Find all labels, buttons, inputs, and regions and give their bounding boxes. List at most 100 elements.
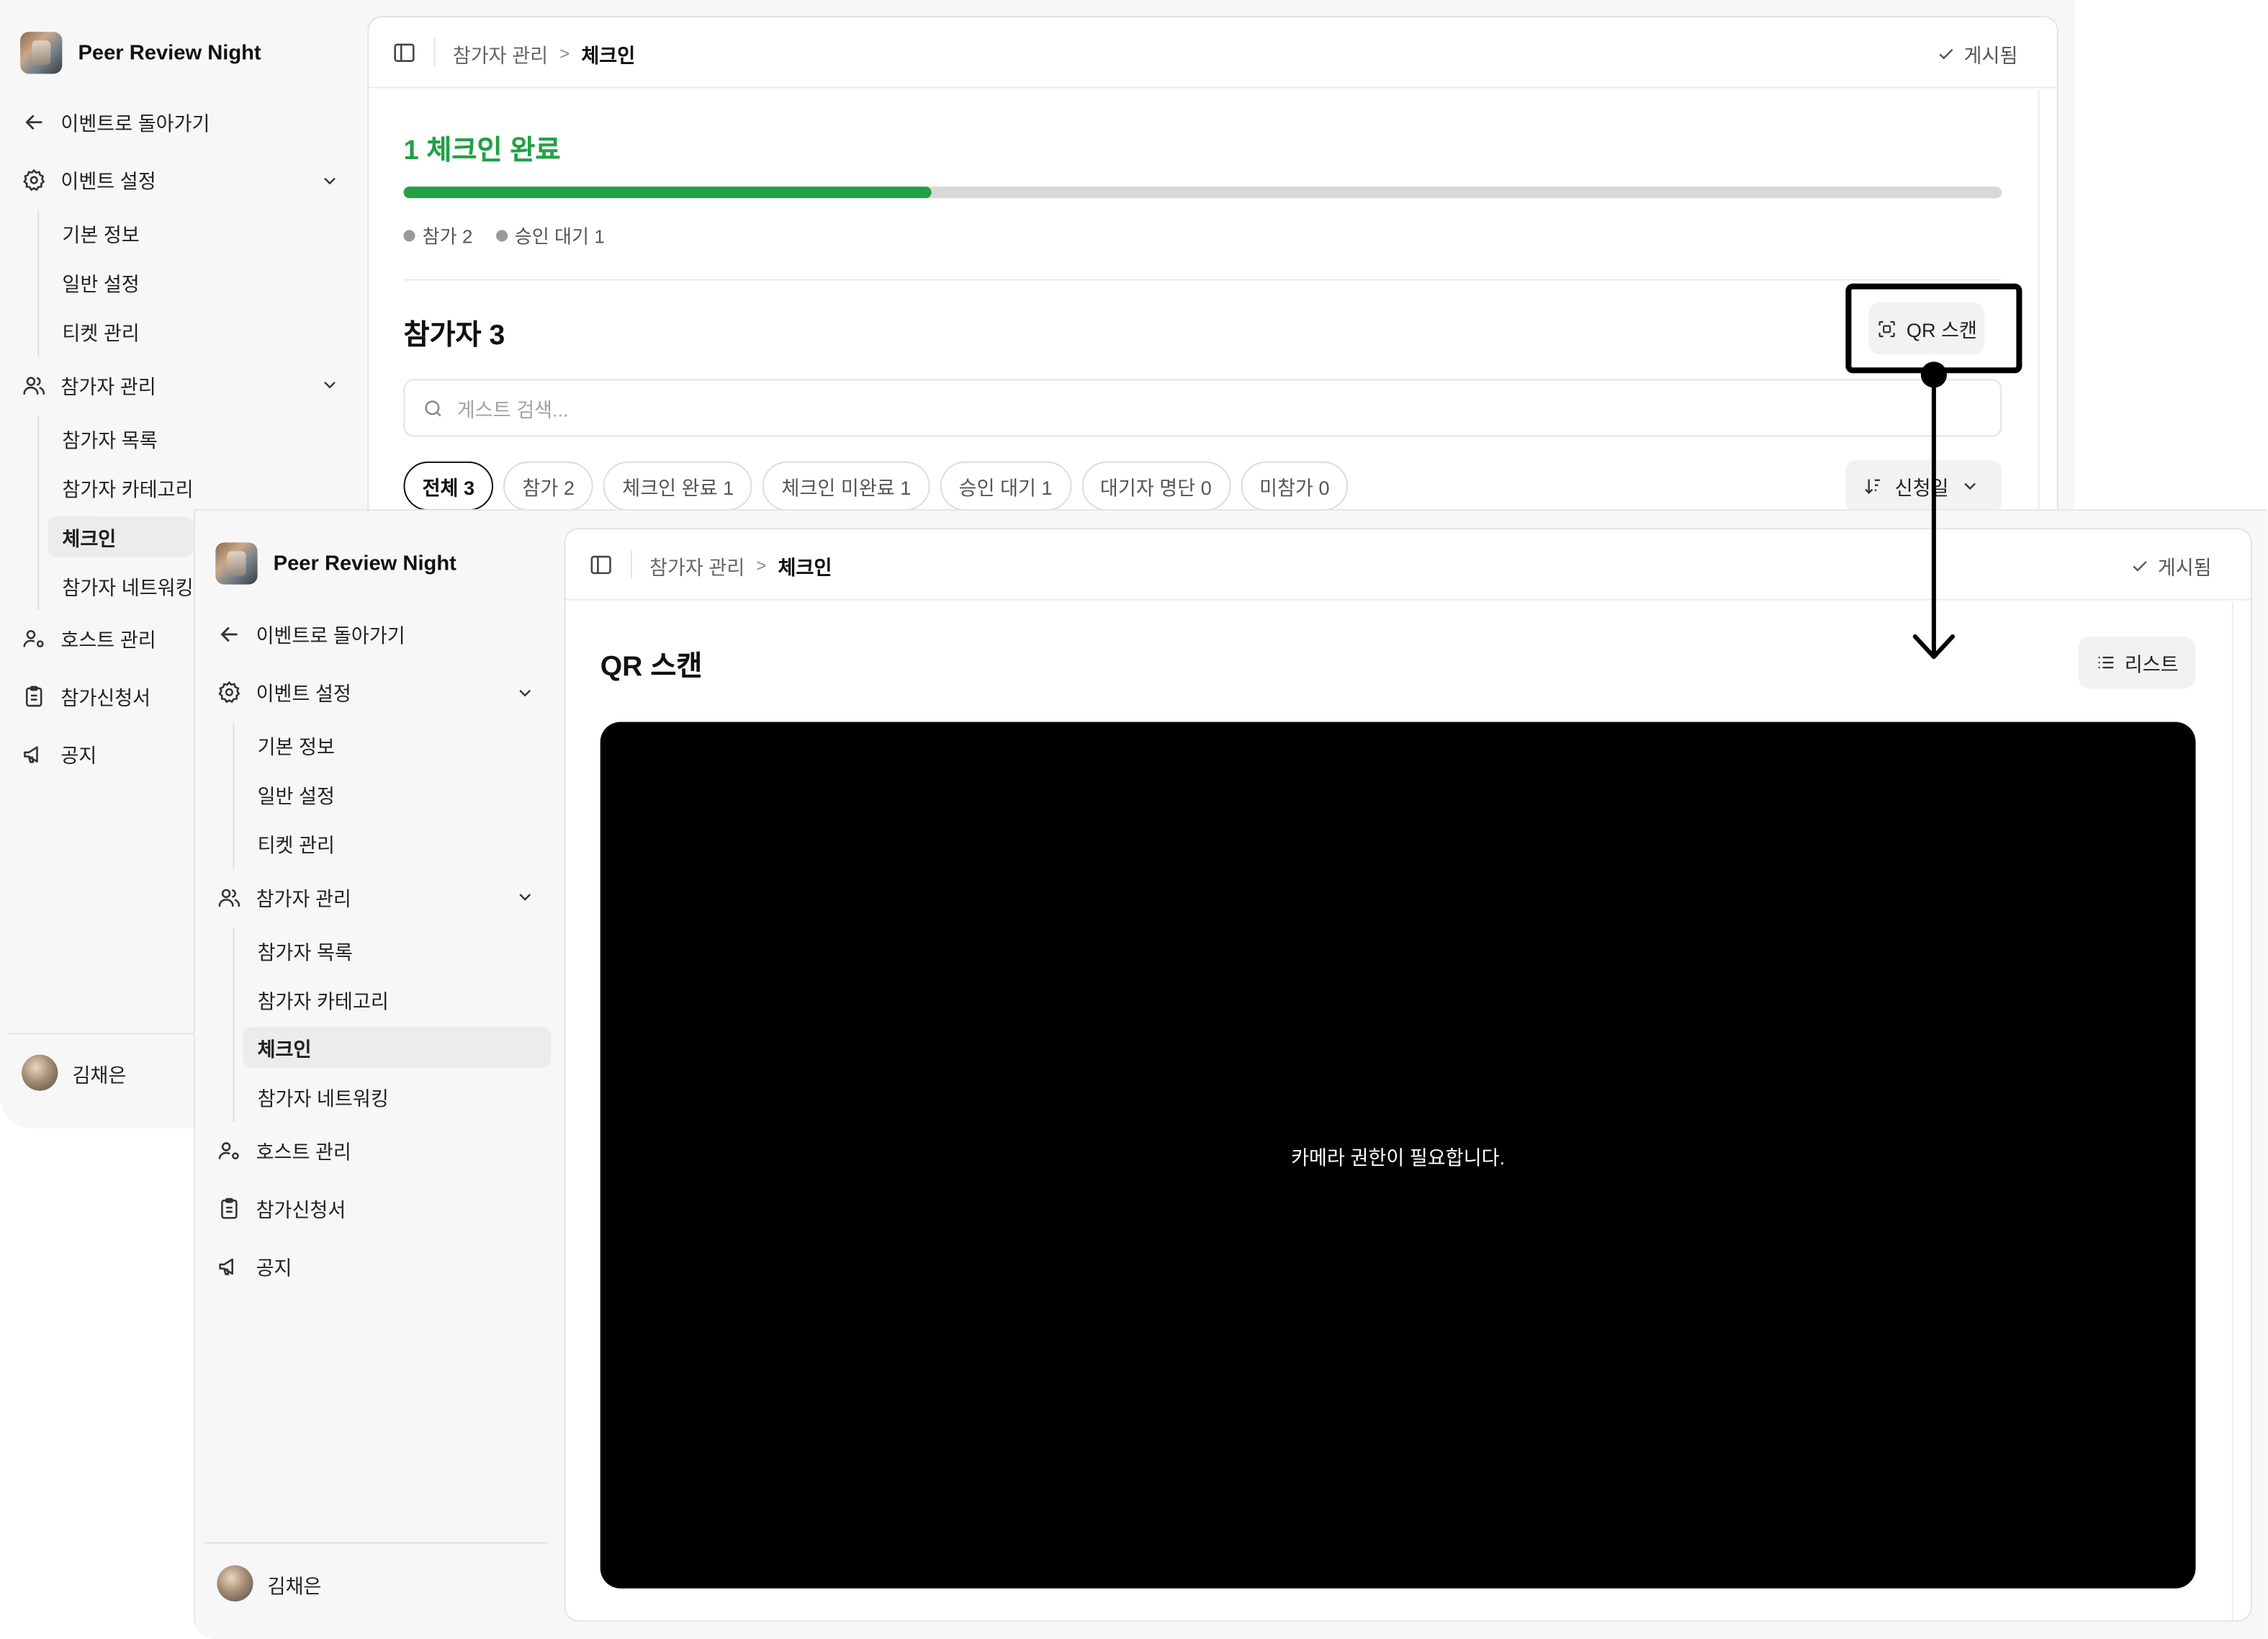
filter-chip-attending[interactable]: 참가 2 <box>503 461 594 511</box>
nav-participant-list[interactable]: 참가자 목록 <box>48 418 194 459</box>
arrow-left-icon <box>22 109 46 134</box>
nav-basic-info[interactable]: 기본 정보 <box>48 212 194 253</box>
nav-notice[interactable]: 공지 <box>22 737 96 771</box>
chevron-right-icon: > <box>756 555 767 576</box>
top-bar: 참가자 관리 > 체크인 게시됨 <box>565 529 2251 601</box>
user-name: 김채은 <box>72 1064 127 1086</box>
event-brand[interactable]: Peer Review Night <box>20 32 261 74</box>
progress-legend: 참가 2 승인 대기 1 <box>403 221 605 248</box>
nav-participant-category[interactable]: 참가자 카테고리 <box>48 467 194 508</box>
nav-participant-list[interactable]: 참가자 목록 <box>243 930 389 971</box>
back-label: 이벤트로 돌아가기 <box>256 624 405 647</box>
filter-chips: 전체 3 참가 2 체크인 완료 1 체크인 미완료 1 승인 대기 1 대기자… <box>403 461 1349 511</box>
nav-host-management[interactable]: 호스트 관리 <box>22 621 156 655</box>
nav-participant-management[interactable]: 참가자 관리 <box>22 367 156 402</box>
breadcrumb-parent[interactable]: 참가자 관리 <box>649 551 744 580</box>
chevron-down-icon[interactable] <box>515 886 535 907</box>
nav-application-form-label: 참가신청서 <box>256 1199 346 1221</box>
legend-pending: 승인 대기 1 <box>514 225 605 248</box>
sort-icon <box>1865 479 1880 495</box>
top-bar: 참가자 관리 > 체크인 게시됨 <box>369 17 2057 89</box>
divider <box>433 37 436 67</box>
nav-checkin[interactable]: 체크인 <box>48 516 194 557</box>
nav-notice-label: 공지 <box>256 1257 292 1279</box>
user-gear-icon <box>217 1138 241 1162</box>
users-icon <box>217 884 241 909</box>
chevron-down-icon[interactable] <box>320 171 340 191</box>
nav-participant-networking[interactable]: 참가자 네트워킹 <box>48 565 194 606</box>
nav-event-settings-label: 이벤트 설정 <box>256 683 351 705</box>
guest-search-input[interactable]: 게스트 검색... <box>403 379 2002 437</box>
nav-general-settings[interactable]: 일반 설정 <box>243 774 389 814</box>
sort-dropdown[interactable]: 신청일 <box>1845 459 2002 513</box>
back-to-event-link[interactable]: 이벤트로 돌아가기 <box>217 616 405 651</box>
nav-event-settings[interactable]: 이벤트 설정 <box>217 674 351 709</box>
submenu-guide-line <box>233 723 235 868</box>
event-logo <box>215 542 258 585</box>
list-view-button[interactable]: 리스트 <box>2078 636 2196 689</box>
users-icon <box>22 372 46 397</box>
nav-participant-management[interactable]: 참가자 관리 <box>217 879 351 914</box>
chevron-down-icon[interactable] <box>320 374 340 395</box>
breadcrumb-current: 체크인 <box>778 557 832 579</box>
filter-chip-not-checked-in[interactable]: 체크인 미완료 1 <box>762 461 930 511</box>
sidebar-toggle-icon[interactable] <box>589 552 613 577</box>
nav-basic-info[interactable]: 기본 정보 <box>243 724 389 765</box>
published-label: 게시됨 <box>1963 45 2018 67</box>
filter-chip-all[interactable]: 전체 3 <box>403 461 494 511</box>
breadcrumb-current: 체크인 <box>581 45 636 67</box>
breadcrumb-parent[interactable]: 참가자 관리 <box>453 39 548 68</box>
check-icon <box>2133 560 2147 571</box>
nav-participant-management-label: 참가자 관리 <box>256 888 351 910</box>
user-profile[interactable]: 김채은 <box>22 1054 127 1091</box>
nav-application-form[interactable]: 참가신청서 <box>22 678 150 713</box>
arrow-left-icon <box>217 621 241 646</box>
nav-event-settings[interactable]: 이벤트 설정 <box>22 162 156 197</box>
camera-permission-message: 카메라 권한이 필요합니다. <box>1291 1146 1506 1169</box>
event-brand[interactable]: Peer Review Night <box>215 542 456 585</box>
filter-chip-pending[interactable]: 승인 대기 1 <box>940 461 1071 511</box>
avatar <box>22 1054 58 1091</box>
sidebar: Peer Review Night 이벤트로 돌아가기 이벤트 설정 기본 정보… <box>195 511 557 1639</box>
nav-ticket-management[interactable]: 티켓 관리 <box>48 311 194 351</box>
event-name: Peer Review Night <box>273 552 456 575</box>
nav-participant-category[interactable]: 참가자 카테고리 <box>243 979 389 1020</box>
gear-icon <box>22 167 46 192</box>
back-to-event-link[interactable]: 이벤트로 돌아가기 <box>22 104 210 139</box>
published-status[interactable]: 게시됨 <box>1936 39 2017 68</box>
nav-application-form[interactable]: 참가신청서 <box>217 1190 346 1225</box>
published-status[interactable]: 게시됨 <box>2130 551 2212 580</box>
camera-viewport[interactable]: 카메라 권한이 필요합니다. <box>600 722 2196 1589</box>
nav-participant-networking[interactable]: 참가자 네트워킹 <box>243 1077 389 1117</box>
clipboard-icon <box>217 1195 241 1220</box>
nav-host-management[interactable]: 호스트 관리 <box>217 1133 351 1167</box>
chevron-down-icon[interactable] <box>515 683 535 703</box>
nav-general-settings[interactable]: 일반 설정 <box>48 262 194 302</box>
qr-button-highlight <box>1845 283 2022 374</box>
breadcrumb: 참가자 관리 > 체크인 <box>453 39 635 68</box>
scrollbar-track[interactable] <box>2231 601 2233 1620</box>
sidebar-divider <box>9 1033 194 1035</box>
breadcrumb: 참가자 관리 > 체크인 <box>649 551 832 580</box>
megaphone-icon <box>217 1254 241 1278</box>
nav-application-form-label: 참가신청서 <box>60 687 151 709</box>
filter-chip-checked-in[interactable]: 체크인 완료 1 <box>603 461 753 511</box>
search-placeholder: 게스트 검색... <box>456 399 569 421</box>
submenu-guide-line <box>37 416 40 611</box>
filter-chip-waitlist[interactable]: 대기자 명단 0 <box>1081 461 1230 511</box>
nav-notice[interactable]: 공지 <box>217 1249 292 1283</box>
legend-attending: 참가 2 <box>422 225 473 248</box>
search-icon <box>425 400 441 416</box>
divider <box>630 549 632 579</box>
published-label: 게시됨 <box>2157 557 2212 579</box>
submenu-guide-line <box>233 928 235 1123</box>
nav-checkin[interactable]: 체크인 <box>243 1027 552 1068</box>
user-profile[interactable]: 김채은 <box>217 1565 322 1602</box>
section-divider <box>403 279 2002 281</box>
checkin-complete-title: 1 체크인 완료 <box>403 135 561 167</box>
legend-dot <box>495 229 508 241</box>
gear-icon <box>217 679 241 704</box>
filter-chip-not-attending[interactable]: 미참가 0 <box>1241 461 1349 511</box>
nav-ticket-management[interactable]: 티켓 관리 <box>243 823 389 863</box>
sidebar-toggle-icon[interactable] <box>392 40 416 65</box>
